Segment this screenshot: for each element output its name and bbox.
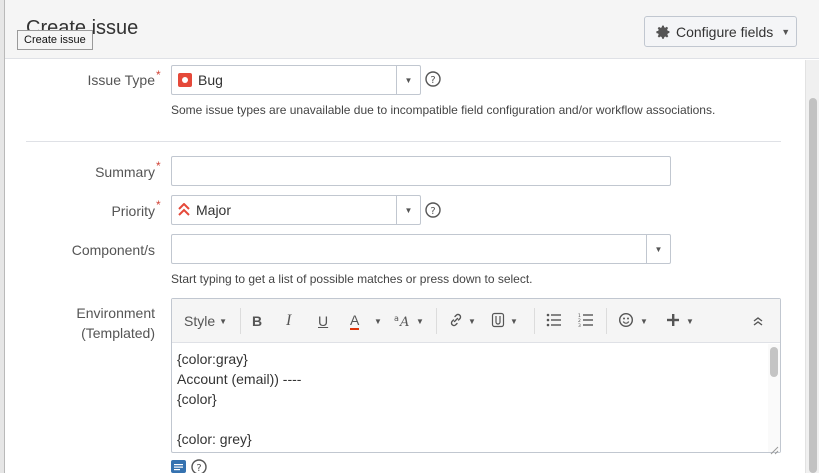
chevron-down-icon: ▼ bbox=[640, 316, 648, 326]
chevron-down-icon[interactable]: ▼ bbox=[396, 196, 420, 224]
style-dropdown[interactable]: Style ▼ bbox=[184, 299, 227, 343]
svg-text:?: ? bbox=[196, 463, 201, 473]
svg-text:A: A bbox=[399, 315, 409, 327]
textarea-scroll-thumb[interactable] bbox=[770, 347, 778, 377]
configure-fields-label: Configure fields bbox=[676, 23, 774, 40]
required-marker: * bbox=[156, 68, 161, 82]
priority-value: Major bbox=[196, 202, 232, 218]
help-icon[interactable]: ? bbox=[425, 202, 441, 218]
components-label: Component/s bbox=[71, 242, 155, 258]
priority-major-icon bbox=[178, 203, 190, 217]
configure-fields-button[interactable]: Configure fields ▼ bbox=[644, 16, 797, 47]
environment-label: Environment bbox=[76, 305, 155, 321]
chevron-down-icon: ▼ bbox=[781, 26, 791, 37]
environment-textarea[interactable]: {color:gray} Account (email)) ---- {colo… bbox=[172, 344, 768, 452]
chevron-down-icon: ▼ bbox=[416, 316, 424, 326]
text-line: {color} bbox=[177, 391, 217, 407]
text-line: {color:gray} bbox=[177, 351, 248, 367]
plus-icon bbox=[666, 313, 680, 330]
dialog-header: Create issue Create issue Configure fiel… bbox=[5, 0, 819, 59]
components-select[interactable]: ▼ bbox=[171, 234, 671, 264]
toolbar-separator bbox=[606, 308, 607, 334]
priority-label: Priority bbox=[111, 203, 155, 219]
text-color-button[interactable]: A bbox=[350, 299, 360, 343]
style-label: Style bbox=[184, 313, 216, 329]
resize-handle-icon[interactable] bbox=[770, 442, 779, 455]
dialog-scrollbar[interactable] bbox=[805, 60, 819, 473]
chevron-down-icon: ▼ bbox=[686, 316, 694, 326]
issue-type-value: Bug bbox=[198, 72, 223, 88]
attachment-icon bbox=[490, 312, 506, 331]
link-button[interactable]: ▼ bbox=[448, 299, 476, 343]
toolbar-separator bbox=[240, 308, 241, 334]
double-chevron-up-icon bbox=[752, 313, 764, 329]
components-hint: Start typing to get a list of possible m… bbox=[171, 272, 533, 286]
issue-type-label: Issue Type bbox=[87, 72, 155, 88]
issue-type-hint: Some issue types are unavailable due to … bbox=[171, 103, 716, 117]
text-color-dropdown[interactable]: ▼ bbox=[374, 299, 382, 343]
help-icon[interactable]: ? bbox=[191, 459, 207, 473]
bug-icon bbox=[178, 73, 192, 87]
section-divider bbox=[26, 141, 781, 142]
help-icon[interactable]: ? bbox=[425, 71, 441, 87]
dialog-content: Issue Type * Bug ▼ ? Some issue types ar… bbox=[5, 60, 805, 473]
italic-button[interactable]: I bbox=[286, 299, 291, 343]
svg-text:?: ? bbox=[430, 206, 435, 217]
numbered-list-button[interactable]: 1 2 3 bbox=[578, 299, 594, 343]
emoticon-icon bbox=[618, 312, 634, 331]
text-effects-button[interactable]: a A ▼ bbox=[394, 299, 424, 343]
required-marker: * bbox=[156, 198, 161, 212]
editor-toolbar: Style ▼ B I U A ▼ a A ▼ ▼ ▼ 1 2 3 ▼ ▼ bbox=[172, 299, 780, 343]
environment-editor: Style ▼ B I U A ▼ a A ▼ ▼ ▼ 1 2 3 ▼ ▼ {c… bbox=[171, 298, 781, 455]
underline-button[interactable]: U bbox=[318, 299, 328, 343]
toolbar-separator bbox=[436, 308, 437, 334]
numbered-list-icon: 1 2 3 bbox=[578, 313, 594, 330]
chevron-down-icon[interactable]: ▼ bbox=[396, 66, 420, 94]
environment-label-templated: (Templated) bbox=[81, 325, 155, 341]
chevron-down-icon: ▼ bbox=[374, 316, 382, 326]
issue-type-select[interactable]: Bug ▼ bbox=[171, 65, 421, 95]
text-effects-icon: a A bbox=[394, 313, 412, 330]
wiki-markup-icon[interactable] bbox=[171, 460, 186, 473]
text-line bbox=[177, 409, 768, 429]
svg-text:a: a bbox=[394, 314, 399, 323]
bold-button[interactable]: B bbox=[252, 299, 262, 343]
emoticon-button[interactable]: ▼ bbox=[618, 299, 648, 343]
chevron-down-icon: ▼ bbox=[510, 316, 518, 326]
chevron-down-icon: ▼ bbox=[468, 316, 476, 326]
priority-select[interactable]: Major ▼ bbox=[171, 195, 421, 225]
toolbar-separator bbox=[534, 308, 535, 334]
create-issue-dialog: Create issue Create issue Configure fiel… bbox=[4, 0, 819, 473]
gear-icon bbox=[655, 24, 671, 40]
attachment-button[interactable]: ▼ bbox=[490, 299, 518, 343]
textarea-scrollbar[interactable] bbox=[768, 344, 780, 452]
title-tooltip: Create issue bbox=[17, 30, 93, 50]
chevron-down-icon: ▼ bbox=[219, 316, 228, 326]
link-icon bbox=[448, 312, 464, 331]
text-line: Account (email)) ---- bbox=[177, 371, 302, 387]
text-line: {color: grey} bbox=[177, 431, 252, 447]
required-marker: * bbox=[156, 159, 161, 173]
summary-label: Summary bbox=[95, 164, 155, 180]
bullet-list-button[interactable] bbox=[546, 299, 562, 343]
bullet-list-icon bbox=[546, 313, 562, 330]
summary-input[interactable] bbox=[171, 156, 671, 186]
insert-more-button[interactable]: ▼ bbox=[666, 299, 694, 343]
chevron-down-icon[interactable]: ▼ bbox=[646, 235, 670, 263]
svg-text:?: ? bbox=[430, 75, 435, 86]
dialog-scroll-thumb[interactable] bbox=[809, 98, 817, 473]
collapse-toolbar-button[interactable] bbox=[752, 299, 764, 343]
svg-text:3: 3 bbox=[578, 323, 581, 327]
text-color-icon: A bbox=[350, 312, 360, 330]
